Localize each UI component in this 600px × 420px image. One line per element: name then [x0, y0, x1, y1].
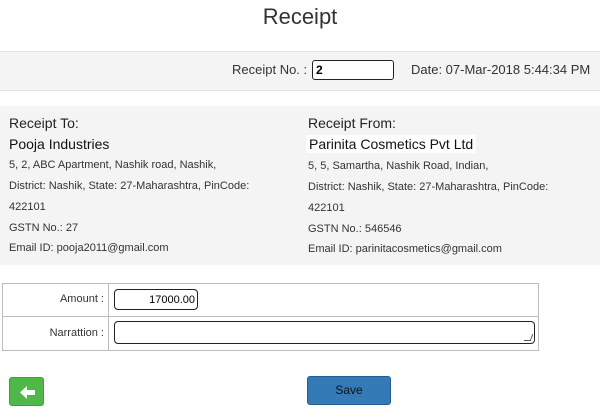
receipt-from-heading: Receipt From:: [308, 115, 396, 131]
arrow-left-icon: [20, 386, 35, 399]
receipt-from-address-line2: District: Nashik, State: 27-Maharashtra,…: [308, 181, 549, 193]
resize-grip-icon[interactable]: [523, 334, 534, 341]
receipt-no-input[interactable]: [312, 60, 394, 80]
amount-label: Amount :: [59, 293, 104, 305]
amount-input[interactable]: [114, 289, 198, 310]
receipt-to-name: Pooja Industries: [9, 136, 110, 152]
narration-label: Narrattion :: [49, 327, 104, 339]
receipt-from-address-line1: 5, 5, Samartha, Nashik Road, Indian,: [308, 160, 489, 172]
receipt-to-address-line1: 5, 2, ABC Apartment, Nashik road, Nashik…: [9, 159, 217, 171]
receipt-from-name: Parinita Cosmetics Pvt Ltd: [306, 135, 477, 153]
receipt-no-label: Receipt No. :: [232, 62, 308, 77]
form-row-divider: [2, 316, 539, 317]
receipt-date: Date: 07-Mar-2018 5:44:34 PM: [411, 62, 591, 77]
receipt-to-address-line2: District: Nashik, State: 27-Maharashtra,…: [9, 180, 250, 192]
receipt-to-email: Email ID: pooja2011@gmail.com: [9, 242, 169, 254]
receipt-to-heading: Receipt To:: [9, 115, 79, 131]
page-title: Receipt: [262, 4, 338, 29]
receipt-from-email: Email ID: parinitacosmetics@gmail.com: [308, 243, 502, 255]
receipt-from-gstn: GSTN No.: 546546: [308, 223, 402, 235]
back-button[interactable]: [9, 377, 44, 406]
form-column-divider: [108, 283, 109, 351]
narration-textarea[interactable]: [114, 321, 535, 344]
receipt-to-gstn: GSTN No.: 27: [9, 222, 79, 234]
save-button[interactable]: Save: [307, 376, 391, 405]
receipt-from-address-line3: 422101: [308, 202, 345, 214]
receipt-to-address-line3: 422101: [9, 201, 46, 213]
